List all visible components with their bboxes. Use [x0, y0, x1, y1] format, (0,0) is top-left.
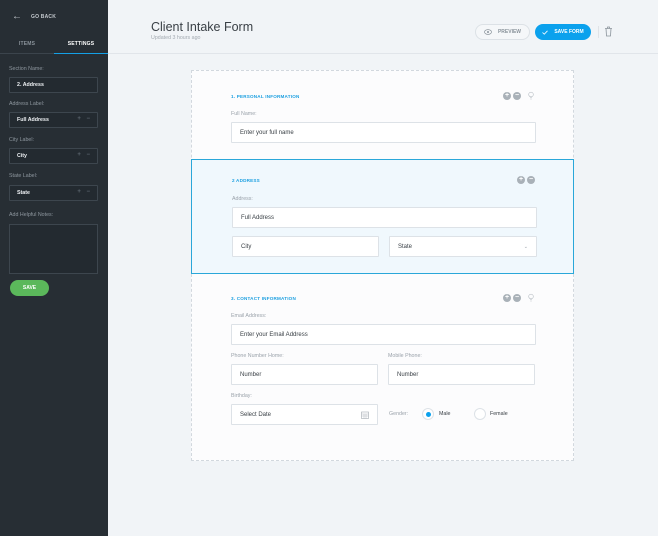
- address-label-input[interactable]: Full Address + −: [9, 112, 98, 128]
- section-title: 1. PERSONAL INFORMATION: [231, 94, 300, 99]
- email-placeholder: Enter your Email Address: [240, 331, 308, 338]
- updated-timestamp: Updated 3 hours ago: [151, 35, 201, 41]
- add-field-icon[interactable]: +: [503, 91, 511, 100]
- plus-minus-icon[interactable]: + −: [77, 116, 92, 122]
- gender-male-radio[interactable]: [422, 408, 434, 420]
- tab-items[interactable]: ITEMS: [0, 38, 54, 53]
- birthday-label: Birthday:: [231, 393, 252, 399]
- section-name-label: Section Name:: [9, 66, 44, 72]
- plus-minus-icon[interactable]: + −: [77, 152, 92, 158]
- gender-female-label: Female: [490, 411, 508, 417]
- city-label-value: City: [17, 153, 28, 159]
- sidebar: ← GO BACK ITEMS SETTINGS Section Name: 2…: [0, 0, 108, 536]
- add-field-icon[interactable]: +: [503, 293, 511, 302]
- address-input[interactable]: Full Address: [232, 207, 537, 228]
- plus-minus-icon[interactable]: + −: [77, 189, 92, 195]
- go-back-label: GO BACK: [31, 13, 57, 20]
- lightbulb-icon[interactable]: [527, 293, 535, 302]
- remove-field-icon[interactable]: −: [513, 91, 521, 100]
- divider: [598, 26, 599, 38]
- address-label-value: Full Address: [17, 117, 49, 123]
- email-label: Email Address:: [231, 313, 267, 319]
- notes-label: Add Helpful Notes:: [9, 212, 54, 218]
- full-name-label: Full Name:: [231, 111, 257, 117]
- mobile-phone-input[interactable]: Number: [388, 364, 535, 385]
- notes-textarea[interactable]: [9, 224, 98, 274]
- gender-label: Gender:: [389, 411, 409, 417]
- city-label-label: City Label:: [9, 137, 35, 143]
- eye-icon: [484, 29, 492, 35]
- section-title: 3. CONTACT INFORMATION: [231, 296, 296, 301]
- state-label-value: State: [17, 190, 30, 196]
- section-title: 2 ADDRESS: [232, 178, 260, 183]
- birthday-placeholder: Select Date: [240, 411, 272, 418]
- birthday-input[interactable]: Select Date: [231, 404, 378, 425]
- remove-field-icon[interactable]: −: [513, 293, 521, 302]
- add-field-icon[interactable]: +: [517, 176, 525, 184]
- phone-home-input[interactable]: Number: [231, 364, 378, 385]
- state-label-input[interactable]: State + −: [9, 185, 98, 201]
- state-select[interactable]: State ⌄: [389, 236, 537, 257]
- city-input[interactable]: City: [232, 236, 379, 257]
- section-actions: + −: [503, 293, 535, 302]
- city-placeholder: City: [241, 243, 252, 250]
- section-personal-information[interactable]: 1. PERSONAL INFORMATION + − Full Name: E…: [192, 71, 573, 159]
- remove-field-icon[interactable]: −: [527, 176, 535, 184]
- page-title: Client Intake Form: [151, 20, 254, 34]
- sidebar-tabs: ITEMS SETTINGS: [0, 38, 108, 54]
- gender-male-label: Male: [439, 411, 451, 417]
- state-label-label: State Label:: [9, 173, 38, 179]
- lightbulb-icon[interactable]: [527, 91, 535, 100]
- save-button[interactable]: SAVE: [10, 280, 49, 296]
- mobile-phone-label: Mobile Phone:: [388, 353, 422, 359]
- email-input[interactable]: Enter your Email Address: [231, 324, 536, 345]
- arrow-left-icon: ←: [12, 11, 22, 22]
- preview-label: PREVIEW: [497, 29, 522, 35]
- state-value: State: [398, 243, 413, 250]
- full-name-placeholder: Enter your full name: [240, 129, 294, 136]
- phone-home-placeholder: Number: [240, 371, 262, 378]
- save-form-label: SAVE FORM: [554, 29, 584, 35]
- section-name-input[interactable]: 2. Address: [9, 77, 98, 93]
- phone-home-label: Phone Number Home:: [231, 353, 284, 359]
- chevron-down-icon: ⌄: [523, 244, 528, 250]
- section-name-value: 2. Address: [17, 82, 44, 88]
- full-name-input[interactable]: Enter your full name: [231, 122, 536, 143]
- calendar-icon[interactable]: [361, 411, 369, 419]
- form-canvas: 1. PERSONAL INFORMATION + − Full Name: E…: [191, 70, 574, 461]
- section-address[interactable]: 2 ADDRESS + − Address: Full Address City…: [191, 159, 574, 274]
- gender-female-radio[interactable]: [474, 408, 486, 420]
- section-actions: + −: [503, 91, 535, 100]
- city-label-input[interactable]: City + −: [9, 148, 98, 164]
- address-placeholder: Full Address: [241, 214, 275, 221]
- section-contact-information[interactable]: 3. CONTACT INFORMATION + − Email Address…: [192, 274, 573, 460]
- tab-settings[interactable]: SETTINGS: [54, 38, 108, 54]
- save-form-button[interactable]: SAVE FORM: [535, 24, 591, 40]
- preview-button[interactable]: PREVIEW: [475, 24, 530, 40]
- address-label-label: Address Label:: [9, 101, 45, 107]
- go-back-button[interactable]: ← GO BACK: [12, 11, 56, 22]
- section-actions: + −: [517, 176, 535, 184]
- trash-icon[interactable]: [604, 26, 613, 37]
- mobile-phone-placeholder: Number: [397, 371, 419, 378]
- address-label: Address:: [232, 196, 253, 202]
- check-icon: [542, 30, 549, 35]
